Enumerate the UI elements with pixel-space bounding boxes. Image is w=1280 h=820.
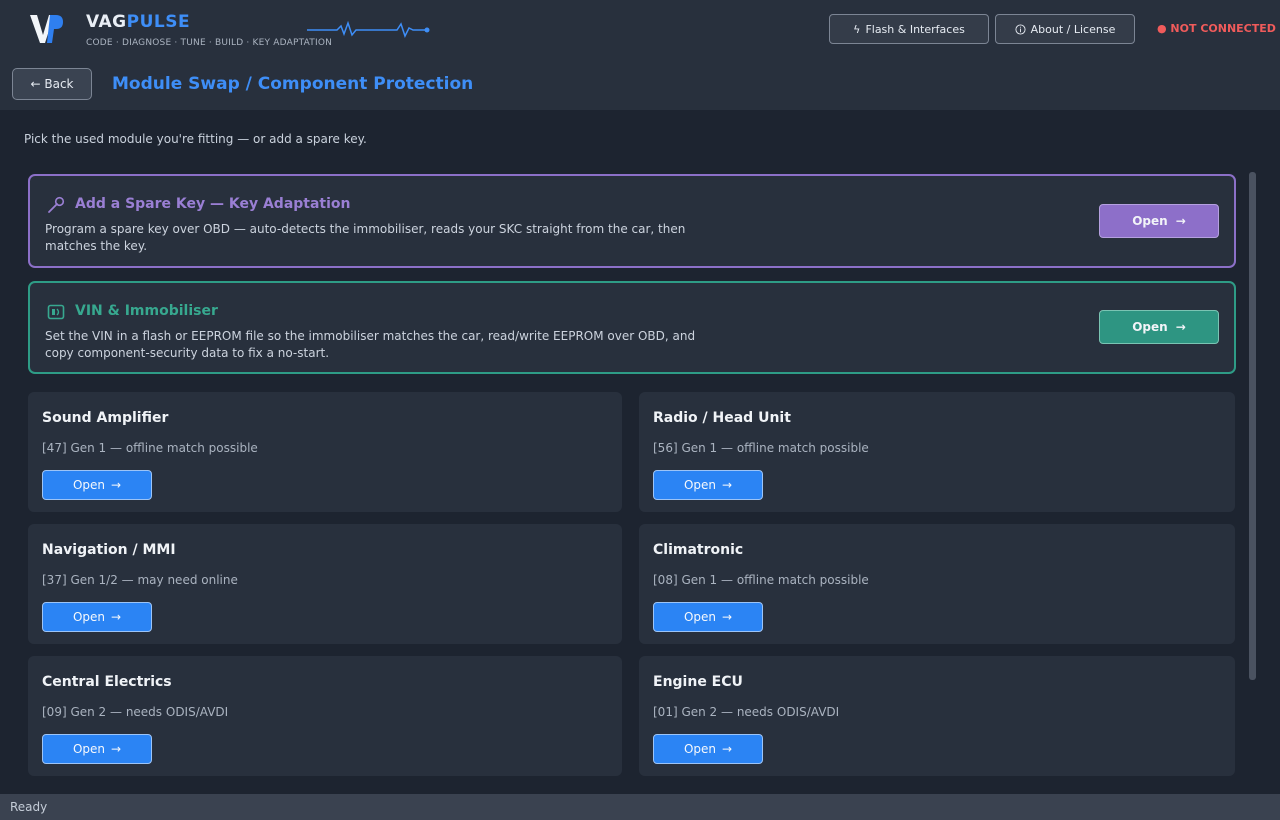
about-license-label: About / License: [1030, 22, 1116, 36]
app-header: VAGPULSE CODE · DIAGNOSE · TUNE · BUILD …: [0, 0, 1280, 110]
open-label: Open: [72, 742, 105, 756]
module-title: Engine ECU: [653, 674, 743, 690]
flash-interfaces-button[interactable]: ϟ Flash & Interfaces: [829, 14, 989, 44]
module-description: [08] Gen 1 — offline match possible: [653, 573, 869, 587]
module-description: [09] Gen 2 — needs ODIS/AVDI: [42, 705, 229, 719]
module-card-climatronic: Climatronic [08] Gen 1 — offline match p…: [639, 524, 1235, 644]
connection-status: ● NOT CONNECTED: [1157, 22, 1276, 35]
arrow-right-icon: →: [1175, 214, 1186, 228]
module-title: Radio / Head Unit: [653, 410, 791, 426]
climatronic-open-button[interactable]: Open →: [653, 602, 763, 632]
arrow-right-icon: →: [111, 610, 122, 624]
open-label: Open: [1132, 214, 1168, 228]
status-text: Ready: [10, 800, 48, 814]
module-title: Sound Amplifier: [42, 410, 169, 426]
arrow-right-icon: →: [1175, 320, 1186, 334]
feature-description: Program a spare key over OBD — auto-dete…: [45, 222, 686, 253]
module-card-central-electrics: Central Electrics [09] Gen 2 — needs ODI…: [28, 656, 622, 776]
module-title: Climatronic: [653, 542, 744, 558]
engine-ecu-open-button[interactable]: Open →: [653, 734, 763, 764]
app-logo: [30, 15, 63, 43]
feature-card-spare-key: Add a Spare Key — Key Adaptation Program…: [28, 174, 1236, 268]
module-description: [47] Gen 1 — offline match possible: [42, 441, 258, 455]
back-button[interactable]: ← Back: [12, 68, 92, 100]
id-card-icon: [47, 304, 65, 320]
module-card-radio-head-unit: Radio / Head Unit [56] Gen 1 — offline m…: [639, 392, 1235, 512]
module-title: Central Electrics: [42, 674, 172, 690]
spare-key-open-button[interactable]: Open →: [1099, 204, 1219, 238]
arrow-right-icon: →: [722, 742, 733, 756]
arrow-right-icon: →: [111, 478, 122, 492]
open-label: Open: [683, 742, 716, 756]
about-license-button[interactable]: About / License: [995, 14, 1135, 44]
arrow-right-icon: →: [111, 742, 122, 756]
pulse-line-icon: [307, 20, 430, 38]
module-description: [37] Gen 1/2 — may need online: [42, 573, 238, 587]
central-electrics-open-button[interactable]: Open →: [42, 734, 152, 764]
feature-card-vin-immobiliser: VIN & Immobiliser Set the VIN in a flash…: [28, 281, 1236, 374]
arrow-right-icon: →: [722, 610, 733, 624]
open-label: Open: [683, 478, 716, 492]
open-label: Open: [1132, 320, 1168, 334]
sound-amplifier-open-button[interactable]: Open →: [42, 470, 152, 500]
feature-title: VIN & Immobiliser: [75, 303, 218, 319]
module-card-sound-amplifier: Sound Amplifier [47] Gen 1 — offline mat…: [28, 392, 622, 512]
app-tagline: CODE · DIAGNOSE · TUNE · BUILD · KEY ADA…: [86, 38, 333, 48]
open-label: Open: [72, 478, 105, 492]
intro-text: Pick the used module you're fitting — or…: [24, 132, 367, 146]
vin-immobiliser-open-button[interactable]: Open →: [1099, 310, 1219, 344]
page-title: Module Swap / Component Protection: [112, 74, 474, 94]
radio-head-unit-open-button[interactable]: Open →: [653, 470, 763, 500]
feature-title: Add a Spare Key — Key Adaptation: [75, 196, 351, 212]
arrow-right-icon: →: [722, 478, 733, 492]
module-description: [01] Gen 2 — needs ODIS/AVDI: [653, 705, 840, 719]
brand-part-2: PULSE: [126, 12, 191, 32]
open-label: Open: [72, 610, 105, 624]
flash-interfaces-label: Flash & Interfaces: [865, 22, 965, 36]
module-card-engine-ecu: Engine ECU [01] Gen 2 — needs ODIS/AVDI …: [639, 656, 1235, 776]
module-title: Navigation / MMI: [42, 542, 176, 558]
feature-description: Set the VIN in a flash or EEPROM file so…: [45, 329, 696, 360]
wrench-icon: [48, 196, 65, 213]
app-brand: VAGPULSE: [86, 12, 190, 32]
brand-part-1: VAG: [86, 12, 127, 32]
info-icon: [1015, 23, 1026, 35]
open-label: Open: [683, 610, 716, 624]
navigation-mmi-open-button[interactable]: Open →: [42, 602, 152, 632]
vertical-scrollbar[interactable]: [1249, 172, 1256, 680]
module-card-navigation-mmi: Navigation / MMI [37] Gen 1/2 — may need…: [28, 524, 622, 644]
lightning-icon: ϟ: [853, 22, 861, 36]
status-bar: Ready: [0, 794, 1280, 820]
module-description: [56] Gen 1 — offline match possible: [653, 441, 869, 455]
